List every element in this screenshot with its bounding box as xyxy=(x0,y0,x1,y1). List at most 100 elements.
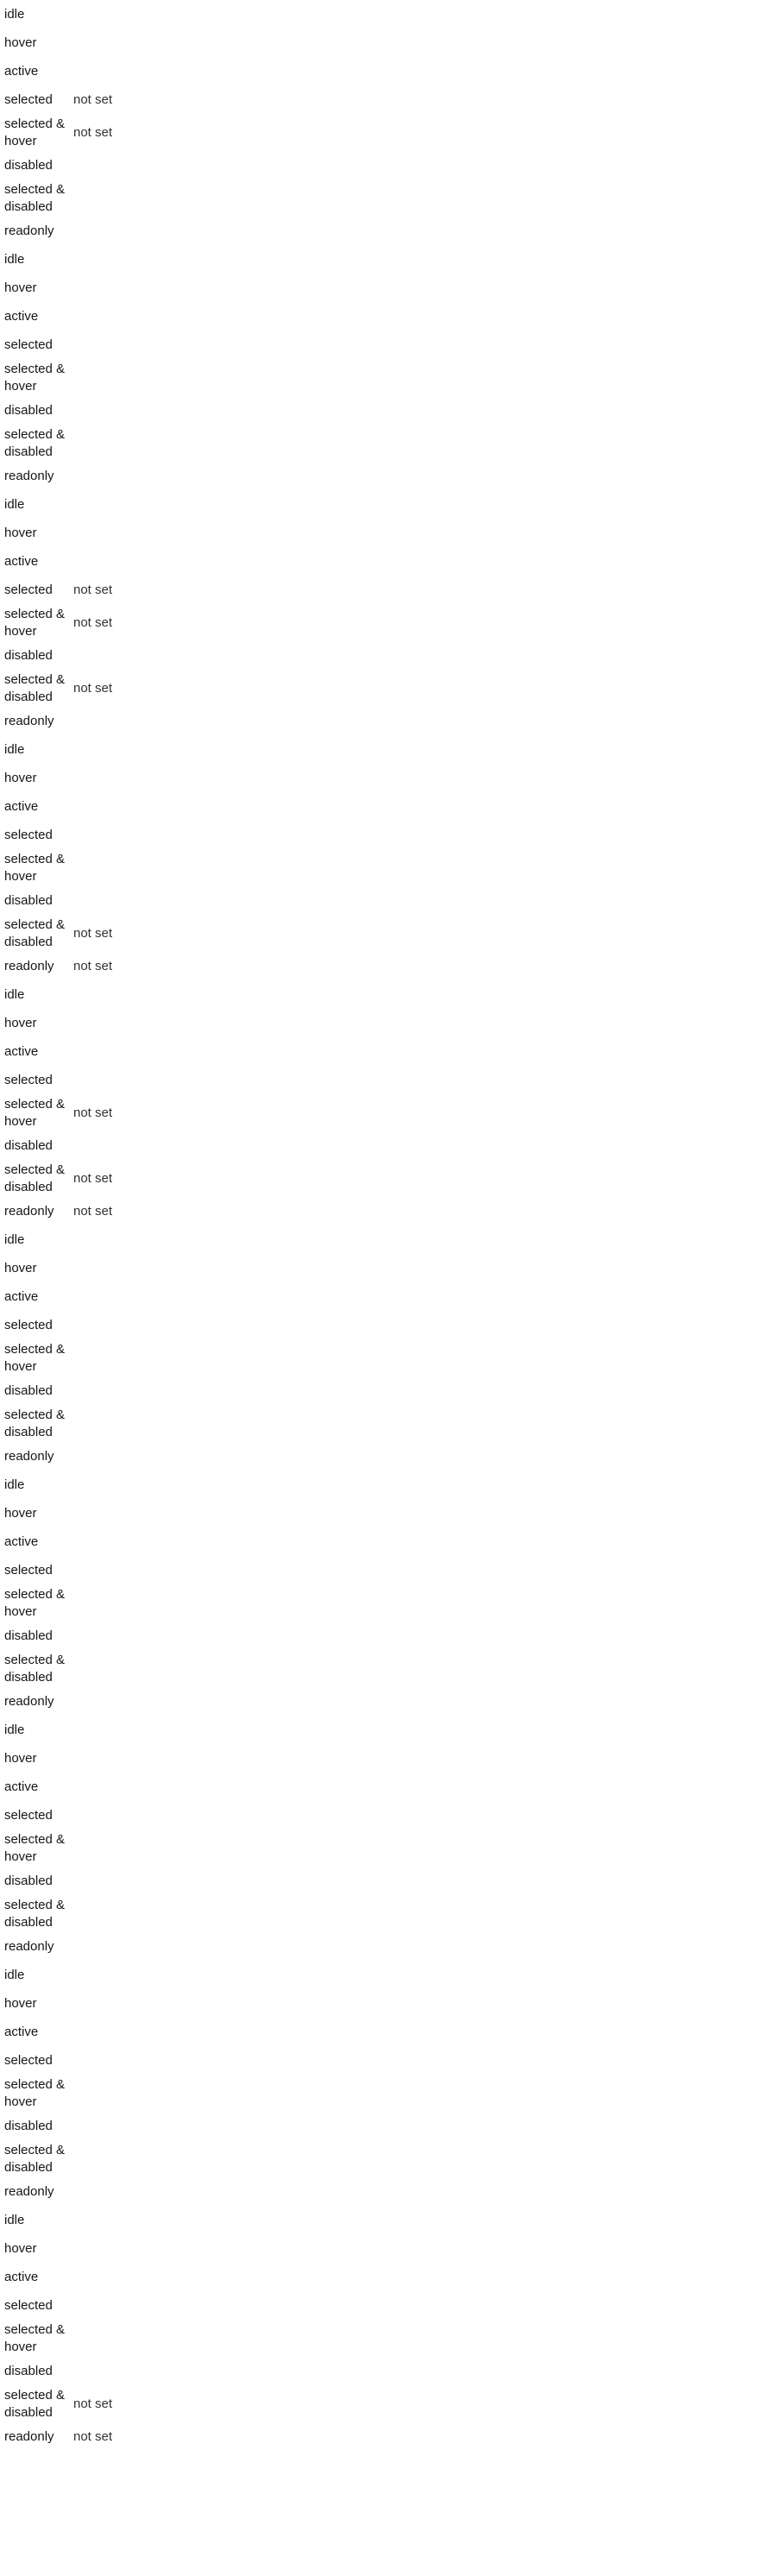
state-row: selected xyxy=(0,1311,763,1339)
state-row: selected & disabled xyxy=(0,1895,763,1932)
state-group-4: idle hover active selected selected & hover d… xyxy=(0,735,763,980)
state-row: disabled xyxy=(0,396,763,425)
state-row: hover xyxy=(0,2234,763,2263)
state-label: active xyxy=(4,63,39,79)
state-label: active xyxy=(4,798,39,814)
state-value: not set xyxy=(73,958,113,973)
state-value: not set xyxy=(73,124,113,140)
state-value: not set xyxy=(73,582,113,597)
state-row: readonly xyxy=(0,217,763,245)
state-row: active xyxy=(0,792,763,821)
state-label: active xyxy=(4,1779,39,1794)
state-row: selected & disabled not set xyxy=(0,670,763,707)
state-row: selected & disabled xyxy=(0,1405,763,1442)
state-row: disabled xyxy=(0,2357,763,2385)
state-row: hover xyxy=(0,274,763,302)
state-label: selected & hover xyxy=(4,606,66,639)
state-label: selected xyxy=(4,1807,53,1823)
state-row: idle xyxy=(0,1716,763,1744)
state-label: selected & hover xyxy=(4,2076,66,2109)
state-value: not set xyxy=(73,680,113,696)
state-row: readonly xyxy=(0,707,763,735)
state-label: selected xyxy=(4,582,53,597)
state-row: selected & hover xyxy=(0,849,763,886)
state-row: disabled xyxy=(0,1622,763,1650)
state-row: hover xyxy=(0,28,763,57)
state-label: selected & hover xyxy=(4,116,66,148)
state-row: idle xyxy=(0,1471,763,1499)
state-label: active xyxy=(4,1043,39,1059)
state-label: readonly xyxy=(4,2428,54,2444)
state-label: selected xyxy=(4,827,53,842)
state-row: active xyxy=(0,1527,763,1556)
state-label: disabled xyxy=(4,402,53,418)
state-label: selected & hover xyxy=(4,2321,66,2354)
state-row: selected & hover not set xyxy=(0,114,763,151)
state-row: idle xyxy=(0,1961,763,1989)
state-row: selected xyxy=(0,1556,763,1584)
state-value: not set xyxy=(73,1105,113,1120)
state-label: active xyxy=(4,1288,39,1304)
state-row: idle xyxy=(0,245,763,274)
state-label: active xyxy=(4,308,39,324)
state-label: selected xyxy=(4,91,53,107)
state-label: selected & hover xyxy=(4,1831,66,1864)
state-row: idle xyxy=(0,0,763,28)
state-label: hover xyxy=(4,35,37,50)
state-row: selected not set xyxy=(0,576,763,604)
state-label: selected & disabled xyxy=(4,1407,66,1439)
state-row: selected xyxy=(0,2291,763,2320)
state-label: selected & disabled xyxy=(4,671,66,704)
state-row: selected & hover xyxy=(0,1339,763,1376)
state-row: selected & disabled xyxy=(0,180,763,217)
state-row: idle xyxy=(0,490,763,519)
state-row: active xyxy=(0,1037,763,1066)
state-label: selected & hover xyxy=(4,1341,66,1374)
state-label: idle xyxy=(4,1967,25,1982)
state-label: hover xyxy=(4,1015,37,1030)
state-row: selected xyxy=(0,331,763,359)
state-label: selected xyxy=(4,1562,53,1578)
state-row: selected & hover not set xyxy=(0,1094,763,1131)
state-label: selected xyxy=(4,2297,53,2313)
state-label: idle xyxy=(4,986,25,1002)
state-row: idle xyxy=(0,980,763,1009)
state-label: disabled xyxy=(4,2363,53,2378)
state-label: idle xyxy=(4,2212,25,2227)
state-group-8: idle hover active selected selected & hover d… xyxy=(0,1716,763,1961)
state-label: hover xyxy=(4,1750,37,1766)
state-label: readonly xyxy=(4,1693,54,1709)
state-row: disabled xyxy=(0,641,763,670)
state-label: hover xyxy=(4,2240,37,2256)
state-label: disabled xyxy=(4,892,53,908)
state-label: idle xyxy=(4,251,25,267)
state-value: not set xyxy=(73,1170,113,1186)
state-row: active xyxy=(0,547,763,576)
state-label: selected & disabled xyxy=(4,1162,66,1194)
state-value: not set xyxy=(73,2396,113,2411)
state-label: selected xyxy=(4,1317,53,1332)
state-label: selected & hover xyxy=(4,1096,66,1129)
state-group-6: idle hover active selected selected & hover d… xyxy=(0,1225,763,1471)
state-value: not set xyxy=(73,925,113,941)
state-row: readonly xyxy=(0,2177,763,2206)
state-row: selected & hover xyxy=(0,1584,763,1622)
state-row: selected & hover xyxy=(0,1830,763,1867)
state-label: selected xyxy=(4,1072,53,1087)
state-groups-list: idle hover active selected not set selected &… xyxy=(0,0,763,2451)
state-row: selected & disabled not set xyxy=(0,2385,763,2422)
state-label: readonly xyxy=(4,958,54,973)
state-group-3: idle hover active selected not set selected &… xyxy=(0,490,763,735)
state-group-10: idle hover active selected selected & hover d… xyxy=(0,2206,763,2451)
state-label: readonly xyxy=(4,1938,54,1954)
state-row: readonly xyxy=(0,462,763,490)
state-label: selected xyxy=(4,2052,53,2068)
state-label: selected & disabled xyxy=(4,1652,66,1685)
state-label: selected & disabled xyxy=(4,181,66,214)
state-row: selected & disabled xyxy=(0,2140,763,2177)
state-row: hover xyxy=(0,1989,763,2018)
state-row: readonly xyxy=(0,1932,763,1961)
state-label: hover xyxy=(4,1260,37,1275)
state-row: hover xyxy=(0,1744,763,1773)
state-label: disabled xyxy=(4,647,53,663)
